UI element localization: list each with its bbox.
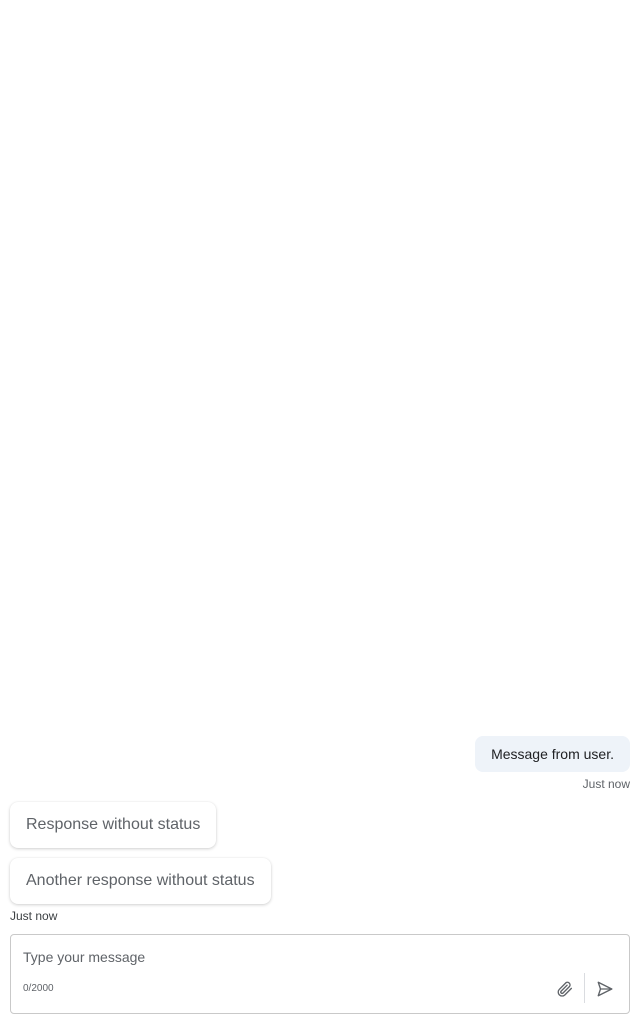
composer-divider xyxy=(584,973,585,1003)
message-input[interactable] xyxy=(23,947,603,967)
attach-file-button[interactable] xyxy=(553,977,577,1001)
send-icon xyxy=(596,980,614,998)
user-message-bubble: Message from user. xyxy=(475,736,630,772)
character-counter: 0/2000 xyxy=(23,983,54,994)
bot-response-timestamp: Just now xyxy=(10,909,58,923)
bot-response-bubble: Response without status xyxy=(10,802,217,848)
paperclip-icon xyxy=(556,980,574,998)
bot-response-bubble: Another response without status xyxy=(10,858,271,904)
send-message-button[interactable] xyxy=(593,977,617,1001)
chat-window: Message from user. Just now Response wit… xyxy=(0,0,640,1024)
user-message-timestamp: Just now xyxy=(582,777,630,791)
message-composer: 0/2000 xyxy=(10,934,630,1014)
